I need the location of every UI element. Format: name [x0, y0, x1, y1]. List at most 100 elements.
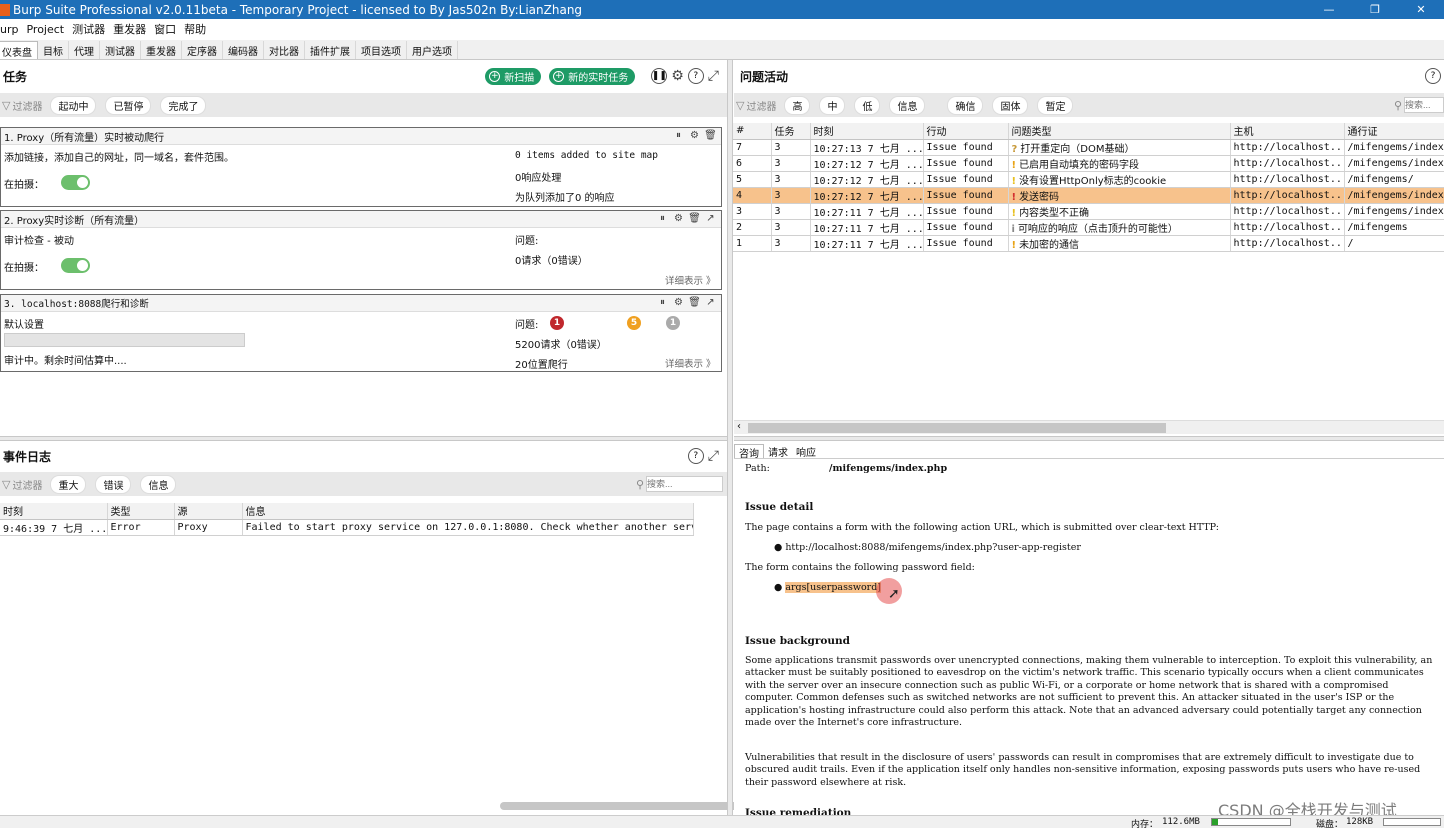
trash-icon[interactable]: 🗑: [704, 130, 717, 143]
filter-icon[interactable]: ▽: [2, 478, 10, 491]
locations-crawled: 20位置爬行: [515, 360, 568, 371]
filter-low[interactable]: 低: [854, 95, 881, 115]
view-details-link[interactable]: 详细表示 》: [665, 273, 716, 287]
issue-detail-splitter[interactable]: [734, 436, 1444, 441]
high-issues-badge[interactable]: 1: [550, 316, 564, 330]
popout-icon[interactable]: ↗: [704, 213, 717, 226]
close-button[interactable]: ✕: [1398, 0, 1444, 19]
column-message[interactable]: 信息: [242, 503, 694, 520]
medium-issues-badge[interactable]: 5: [627, 316, 641, 330]
column-number[interactable]: #: [733, 123, 772, 140]
filter-information[interactable]: 信息: [889, 95, 926, 115]
event-log-search-input[interactable]: [646, 476, 723, 492]
info-issues-badge[interactable]: 1: [666, 316, 680, 330]
column-type[interactable]: 类型: [107, 503, 175, 520]
severity-icon: !: [1011, 159, 1017, 171]
filter-certain[interactable]: 确信: [947, 95, 984, 115]
view-details-link[interactable]: 详细表示 》: [665, 356, 716, 370]
gear-icon[interactable]: ⚙: [672, 213, 685, 226]
scroll-left-icon[interactable]: ‹: [737, 421, 741, 432]
task-card-3[interactable]: 3. localhost:8088爬行和诊断 ⏸ ⚙ 🗑 ↗ 默认设置 审计中。…: [0, 294, 722, 372]
filter-firm[interactable]: 固体: [992, 95, 1029, 115]
popout-icon[interactable]: ↗: [704, 297, 717, 310]
tab-repeater[interactable]: 重发器: [141, 41, 182, 59]
pause-icon[interactable]: ❚❚: [651, 68, 668, 84]
help-icon[interactable]: ?: [1425, 68, 1441, 84]
issue-table-scrollbar[interactable]: ‹: [734, 420, 1444, 434]
gear-icon[interactable]: ⚙: [671, 68, 684, 84]
trash-icon[interactable]: 🗑: [688, 297, 701, 310]
filter-paused[interactable]: 已暂停: [105, 95, 152, 115]
task-card-1[interactable]: 1. Proxy（所有流量）实时被动爬行 ⏸ ⚙ 🗑 添加链接，添加自己的网址，…: [0, 127, 722, 207]
new-scan-button[interactable]: + 新扫描: [485, 67, 542, 85]
table-row[interactable]: 2 3 10:27:11 7 七月 ... Issue found i 可响应的响应（点击…: [733, 219, 1444, 236]
help-icon[interactable]: ?: [687, 448, 704, 464]
menu-burp[interactable]: urp: [0, 23, 18, 36]
tab-proxy[interactable]: 代理: [69, 41, 100, 59]
tab-dashboard[interactable]: 仪表盘: [0, 41, 38, 59]
table-row[interactable]: 9:46:39 7 七月 ... Error Proxy Failed to s…: [0, 519, 694, 536]
maximize-button[interactable]: ❐: [1352, 0, 1398, 19]
trash-icon[interactable]: 🗑: [688, 213, 701, 226]
filter-error[interactable]: 错误: [95, 474, 132, 494]
pause-icon[interactable]: ⏸: [656, 213, 669, 226]
table-row[interactable]: 4 3 10:27:12 7 七月 ... Issue found! 发送密码 http:…: [733, 187, 1444, 204]
pause-icon[interactable]: ⏸: [656, 297, 669, 310]
menu-repeater[interactable]: 重发器: [113, 21, 146, 37]
menu-project[interactable]: Project: [26, 23, 64, 36]
menu-help[interactable]: 帮助: [184, 21, 206, 37]
capture-toggle[interactable]: [61, 175, 90, 190]
table-row[interactable]: 1 3 10:27:11 7 七月 ... Issue found! 未加密的通信 htt…: [733, 235, 1444, 252]
filter-critical[interactable]: 重大: [50, 474, 87, 494]
column-action[interactable]: 行动: [923, 123, 1009, 140]
filter-finished[interactable]: 完成了: [160, 95, 207, 115]
filter-medium[interactable]: 中: [819, 95, 846, 115]
expand-icon[interactable]: ⤢: [708, 448, 719, 464]
table-row[interactable]: 7 3 10:27:13 7 七月 ... Issue found? 打开重定向（DOM…: [733, 139, 1444, 156]
column-time[interactable]: 时刻: [0, 503, 108, 520]
column-source[interactable]: 源: [174, 503, 243, 520]
filter-running[interactable]: 起动中: [50, 95, 97, 115]
filter-info[interactable]: 信息: [140, 474, 177, 494]
capture-toggle[interactable]: [61, 258, 90, 273]
tab-comparer[interactable]: 对比器: [264, 41, 305, 59]
issue-search-input[interactable]: [1404, 97, 1444, 113]
tab-request[interactable]: 请求: [764, 444, 792, 459]
tab-target[interactable]: 目标: [38, 41, 69, 59]
filter-label[interactable]: 过滤器: [12, 98, 42, 113]
table-row[interactable]: 5 3 10:27:12 7 七月 ... Issue found! 没有设置HttpO…: [733, 171, 1444, 188]
column-issue-type[interactable]: 问题类型: [1008, 123, 1231, 140]
tab-response[interactable]: 响应: [792, 444, 820, 459]
column-time[interactable]: 时刻: [810, 123, 924, 140]
column-task[interactable]: 任务: [771, 123, 811, 140]
search-icon: ⚲: [635, 477, 644, 491]
new-live-task-button[interactable]: + 新的实时任务: [549, 67, 636, 85]
tab-sequencer[interactable]: 定序器: [182, 41, 223, 59]
table-row[interactable]: 3 3 10:27:11 7 七月 ... Issue found! 内容类型不正确 ht…: [733, 203, 1444, 220]
menu-window[interactable]: 窗口: [154, 21, 176, 37]
filter-label[interactable]: 过滤器: [746, 98, 776, 113]
tab-extender[interactable]: 插件扩展: [305, 41, 356, 59]
filter-label[interactable]: 过滤器: [12, 477, 42, 492]
filter-icon[interactable]: ▽: [2, 99, 10, 112]
column-path[interactable]: 通行证: [1344, 123, 1444, 140]
tab-user-options[interactable]: 用户选项: [407, 41, 458, 59]
filter-high[interactable]: 高: [784, 95, 811, 115]
help-icon[interactable]: ?: [687, 68, 704, 84]
scrollbar-thumb[interactable]: [748, 423, 1166, 433]
gear-icon[interactable]: ⚙: [688, 130, 701, 143]
task-card-2[interactable]: 2. Proxy实时诊断（所有流量） ⏸ ⚙ 🗑 ↗ 审计检查 - 被动 在拍摄…: [0, 210, 722, 290]
tab-decoder[interactable]: 编码器: [223, 41, 264, 59]
table-row[interactable]: 6 3 10:27:12 7 七月 ... Issue found! 已启用自动填充的密…: [733, 155, 1444, 172]
gear-icon[interactable]: ⚙: [672, 297, 685, 310]
expand-icon[interactable]: ⤢: [708, 68, 719, 84]
minimize-button[interactable]: —: [1306, 0, 1352, 19]
tab-advisory[interactable]: 咨询: [734, 444, 764, 460]
column-host[interactable]: 主机: [1230, 123, 1345, 140]
pause-icon[interactable]: ⏸: [672, 130, 685, 143]
filter-tentative[interactable]: 暂定: [1037, 95, 1074, 115]
tab-project-options[interactable]: 项目选项: [356, 41, 407, 59]
menu-intruder[interactable]: 测试器: [72, 21, 105, 37]
filter-icon[interactable]: ▽: [736, 99, 744, 112]
tab-intruder[interactable]: 测试器: [100, 41, 141, 59]
